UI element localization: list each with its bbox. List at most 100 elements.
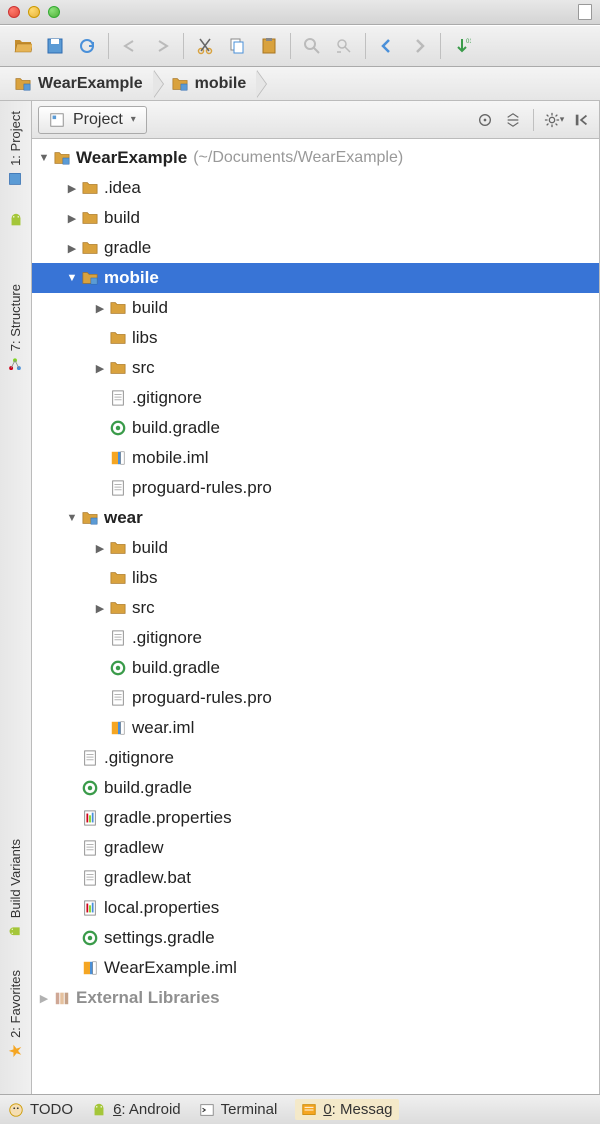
folder-icon bbox=[80, 239, 100, 257]
save-button[interactable] bbox=[42, 33, 68, 59]
tree-row[interactable]: build.gradle bbox=[32, 653, 599, 683]
forward-button[interactable] bbox=[406, 33, 432, 59]
file-icon bbox=[80, 839, 100, 857]
tree-row[interactable]: libs bbox=[32, 323, 599, 353]
breadcrumb-item[interactable]: WearExample bbox=[8, 70, 153, 98]
folder-icon bbox=[108, 539, 128, 557]
scroll-from-source-button[interactable] bbox=[474, 109, 496, 131]
tree-row[interactable]: proguard-rules.pro bbox=[32, 473, 599, 503]
iml-icon bbox=[108, 719, 128, 737]
file-icon bbox=[108, 479, 128, 497]
file-icon bbox=[108, 629, 128, 647]
tree-label: build.gradle bbox=[132, 658, 220, 678]
paste-button[interactable] bbox=[256, 33, 282, 59]
tree-row[interactable]: ▶External Libraries bbox=[32, 983, 599, 1013]
tree-row[interactable]: ▶ src bbox=[32, 593, 599, 623]
sync-button[interactable] bbox=[74, 33, 100, 59]
project-panel: Project ▾ ▾ ▼ WearExample (~/Documents/Wea… bbox=[32, 101, 600, 1094]
cut-button[interactable] bbox=[192, 33, 218, 59]
back-button[interactable] bbox=[374, 33, 400, 59]
folder-icon bbox=[80, 209, 100, 227]
sidebar-tab-build-variants[interactable]: Build Variants bbox=[8, 833, 23, 944]
redo-button[interactable] bbox=[149, 33, 175, 59]
hide-button[interactable] bbox=[571, 109, 593, 131]
left-tool-sidebar: 1: Project 7: Structure Build Variants 2… bbox=[0, 101, 32, 1094]
close-window-button[interactable] bbox=[8, 6, 20, 18]
tree-row[interactable]: local.properties bbox=[32, 893, 599, 923]
tree-row[interactable]: libs bbox=[32, 563, 599, 593]
tree-label: wear bbox=[104, 508, 143, 528]
iml-icon bbox=[80, 959, 100, 977]
arrow-expanded-icon[interactable]: ▼ bbox=[66, 272, 78, 284]
project-tree[interactable]: ▼ WearExample (~/Documents/WearExample) ▶.i… bbox=[32, 139, 599, 1094]
tree-row[interactable]: ▶build bbox=[32, 293, 599, 323]
tree-path: (~/Documents/WearExample) bbox=[193, 149, 403, 167]
open-button[interactable] bbox=[10, 33, 36, 59]
tree-row[interactable]: ▼mobile bbox=[32, 263, 599, 293]
module-icon bbox=[80, 269, 100, 287]
tree-label: src bbox=[132, 598, 155, 618]
arrow-collapsed-icon[interactable]: ▶ bbox=[66, 182, 78, 195]
tree-label: proguard-rules.pro bbox=[132, 688, 272, 708]
sidebar-tab-structure[interactable]: 7: Structure bbox=[8, 278, 23, 377]
arrow-collapsed-icon[interactable]: ▶ bbox=[94, 542, 106, 555]
minimize-window-button[interactable] bbox=[28, 6, 40, 18]
tree-row[interactable]: ▶build bbox=[32, 533, 599, 563]
arrow-collapsed-icon[interactable]: ▶ bbox=[66, 242, 78, 255]
tree-row[interactable]: build.gradle bbox=[32, 773, 599, 803]
svg-text:01: 01 bbox=[466, 39, 471, 45]
lib-icon bbox=[52, 989, 72, 1007]
tree-row[interactable]: gradlew.bat bbox=[32, 863, 599, 893]
tree-row[interactable]: settings.gradle bbox=[32, 923, 599, 953]
module-icon bbox=[52, 149, 72, 167]
bottom-tab-terminal[interactable]: Terminal bbox=[199, 1101, 278, 1118]
sidebar-tab-favorites[interactable]: 2: Favorites bbox=[8, 964, 23, 1064]
tree-row[interactable]: ▶build bbox=[32, 203, 599, 233]
bottom-tab-android[interactable]: 6: Android bbox=[91, 1101, 181, 1118]
gradle-icon bbox=[108, 659, 128, 677]
breadcrumb-item[interactable]: mobile bbox=[165, 70, 257, 98]
tree-label: WearExample bbox=[76, 148, 187, 168]
tree-label: gradlew bbox=[104, 838, 164, 858]
tree-row[interactable]: ▶gradle bbox=[32, 233, 599, 263]
view-mode-select[interactable]: Project ▾ bbox=[38, 106, 147, 134]
bottom-tab-todo[interactable]: TODO bbox=[8, 1101, 73, 1118]
collapse-all-button[interactable] bbox=[502, 109, 524, 131]
tree-row[interactable]: gradle.properties bbox=[32, 803, 599, 833]
gradle-icon bbox=[80, 779, 100, 797]
arrow-collapsed-icon[interactable]: ▶ bbox=[66, 212, 78, 225]
tree-label: local.properties bbox=[104, 898, 219, 918]
tree-label: src bbox=[132, 358, 155, 378]
settings-button[interactable]: ▾ bbox=[543, 109, 565, 131]
arrow-collapsed-icon[interactable]: ▶ bbox=[94, 302, 106, 315]
tree-row[interactable]: WearExample.iml bbox=[32, 953, 599, 983]
copy-button[interactable] bbox=[224, 33, 250, 59]
tree-row[interactable]: wear.iml bbox=[32, 713, 599, 743]
tree-row[interactable]: .gitignore bbox=[32, 623, 599, 653]
tree-row[interactable]: mobile.iml bbox=[32, 443, 599, 473]
replace-button[interactable] bbox=[331, 33, 357, 59]
undo-button[interactable] bbox=[117, 33, 143, 59]
find-button[interactable] bbox=[299, 33, 325, 59]
tree-row[interactable]: gradlew bbox=[32, 833, 599, 863]
sidebar-tab-project[interactable]: 1: Project bbox=[8, 105, 23, 192]
document-icon bbox=[578, 4, 592, 20]
tree-row[interactable]: ▶.idea bbox=[32, 173, 599, 203]
zoom-window-button[interactable] bbox=[48, 6, 60, 18]
folder-icon bbox=[108, 599, 128, 617]
tree-row[interactable]: ▼ WearExample (~/Documents/WearExample) bbox=[32, 143, 599, 173]
bottom-tab-messages[interactable]: 0: Messag bbox=[295, 1099, 398, 1120]
tree-row[interactable]: .gitignore bbox=[32, 743, 599, 773]
tree-row[interactable]: proguard-rules.pro bbox=[32, 683, 599, 713]
arrow-collapsed-icon[interactable]: ▶ bbox=[94, 362, 106, 375]
arrow-expanded-icon[interactable]: ▼ bbox=[66, 512, 78, 524]
make-button[interactable]: 01 bbox=[449, 33, 475, 59]
arrow-collapsed-icon[interactable]: ▶ bbox=[38, 992, 50, 1005]
tree-row[interactable]: ▶ src bbox=[32, 353, 599, 383]
tree-row[interactable]: ▼ wear bbox=[32, 503, 599, 533]
arrow-expanded-icon[interactable]: ▼ bbox=[38, 152, 50, 164]
tree-row[interactable]: .gitignore bbox=[32, 383, 599, 413]
tree-row[interactable]: build.gradle bbox=[32, 413, 599, 443]
arrow-collapsed-icon[interactable]: ▶ bbox=[94, 602, 106, 615]
tree-label: gradlew.bat bbox=[104, 868, 191, 888]
